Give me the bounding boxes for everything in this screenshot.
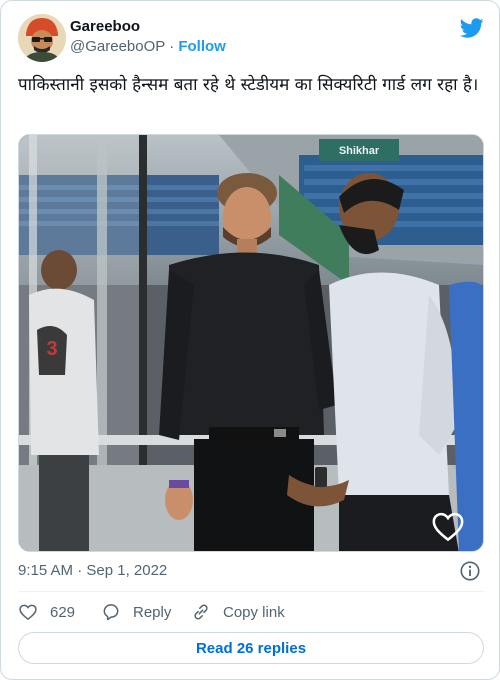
avatar[interactable] bbox=[18, 14, 66, 62]
display-name[interactable]: Gareeboo bbox=[70, 17, 226, 37]
reply-icon bbox=[103, 604, 119, 621]
tweet-text: पाकिस्तानी इसको हैन्सम बता रहे थे स्टेडी… bbox=[18, 75, 479, 95]
tweet-timestamp[interactable]: 9:15 AM · Sep 1, 2022 bbox=[18, 561, 167, 581]
avatar-image bbox=[18, 14, 66, 62]
like-count: 629 bbox=[50, 603, 76, 621]
twitter-bird-icon[interactable] bbox=[460, 16, 484, 40]
read-replies-button[interactable]: Read 26 replies bbox=[18, 632, 484, 664]
follow-button[interactable]: Follow bbox=[178, 38, 226, 55]
jersey-number: 3 bbox=[46, 338, 57, 360]
handle-row: @GareeboOP · Follow bbox=[70, 37, 226, 57]
heart-icon[interactable] bbox=[431, 509, 465, 543]
separator: · bbox=[169, 38, 175, 55]
author-names: Gareeboo @GareeboOP · Follow bbox=[70, 17, 226, 57]
reply-label: Reply bbox=[133, 603, 172, 621]
tweet-card: Gareeboo @GareeboOP · Follow पाकिस्तानी … bbox=[0, 0, 500, 680]
stadium-sign-text: Shikhar bbox=[339, 145, 380, 157]
divider bbox=[18, 591, 484, 592]
link-icon bbox=[194, 604, 208, 620]
heart-icon bbox=[19, 604, 37, 621]
copy-link-label: Copy link bbox=[223, 603, 285, 621]
info-icon[interactable] bbox=[459, 560, 481, 582]
media-photo: Shikhar 3 bbox=[19, 135, 483, 551]
reply-button[interactable]: Reply bbox=[101, 599, 171, 625]
like-button[interactable]: 629 bbox=[18, 599, 75, 625]
tweet-header: Gareeboo @GareeboOP · Follow bbox=[18, 14, 484, 62]
copy-link-button[interactable]: Copy link bbox=[191, 599, 285, 625]
tweet-actions: 629 Reply Copy link bbox=[18, 599, 484, 625]
tweet-media[interactable]: Shikhar 3 bbox=[18, 134, 484, 552]
handle[interactable]: @GareeboOP bbox=[70, 38, 165, 55]
